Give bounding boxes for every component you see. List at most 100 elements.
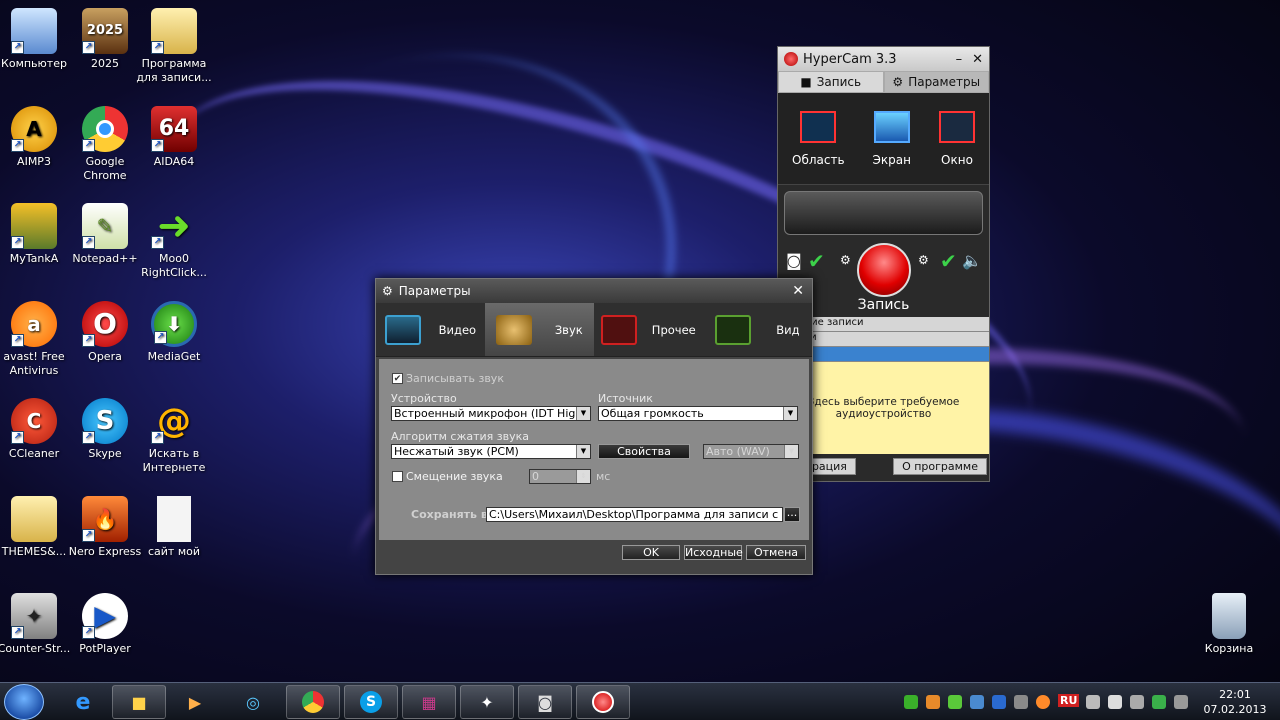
hypercam-titlebar[interactable]: HyperCam 3.3 – ✕ <box>778 47 989 71</box>
taskbar-hypercam[interactable] <box>576 685 630 719</box>
tray-avast-icon[interactable] <box>1036 695 1050 709</box>
taskbar-ie[interactable]: e <box>56 685 110 719</box>
taskbar-media-player[interactable]: ▶ <box>168 685 222 719</box>
clock[interactable]: 22:01 07.02.2013 <box>1196 687 1274 717</box>
about-button[interactable]: О программе <box>893 458 987 475</box>
record-button[interactable] <box>857 243 911 297</box>
record-sound-label: Записывать звук <box>406 372 504 385</box>
device-label: Устройство <box>391 392 457 405</box>
tray-shield-icon[interactable] <box>970 695 984 709</box>
desktop-icon-label: Skype <box>88 447 122 460</box>
properties-button[interactable]: Свойства <box>598 444 690 459</box>
tray-device-icon[interactable] <box>1130 695 1144 709</box>
tank-icon: ↗ <box>11 203 57 249</box>
clock-time: 22:01 <box>1219 688 1251 701</box>
taskbar: e ■ ▶ ◎ S ▦ ✦ ◙ RU 22:01 07.02.2013 <box>0 682 1280 720</box>
minimize-button[interactable]: – <box>956 52 963 67</box>
tab-view[interactable]: Вид <box>703 303 812 356</box>
recycle-bin-icon <box>1212 593 1246 639</box>
desktop-icon-mediaget[interactable]: ⬇ ↗ MediaGet <box>132 301 216 364</box>
dialog-close-button[interactable]: ✕ <box>792 283 812 299</box>
sound-offset-input[interactable]: 0 ⇕ <box>529 469 591 484</box>
desktop-icon-label: Counter-Str... <box>0 642 71 655</box>
tray-volume-icon[interactable] <box>1174 695 1188 709</box>
mode-window-button[interactable]: Окно <box>938 110 975 167</box>
folder-icon <box>11 496 57 542</box>
tray-leaf-icon[interactable] <box>948 695 962 709</box>
archive-icon: ▦ <box>421 692 437 712</box>
tab-sound[interactable]: Звук <box>485 303 594 356</box>
desktop-icon-program-folder[interactable]: ↗ Программа для записи... <box>132 8 216 85</box>
chevron-down-icon: ▼ <box>783 407 797 420</box>
desktop-icon-recycle-bin[interactable]: Корзина <box>1187 593 1271 656</box>
audio-check-icon: ✔ <box>940 249 957 273</box>
format-select[interactable]: Авто (WAV) ▼ <box>703 444 799 459</box>
close-button[interactable]: ✕ <box>972 52 983 67</box>
aimp-icon: A ↗ <box>11 106 57 152</box>
dialog-body: ✔ Записывать звук Устройство Встроенный … <box>379 359 809 540</box>
view-icon <box>715 314 752 345</box>
dialog-titlebar[interactable]: ⚙ Параметры ✕ <box>376 279 812 303</box>
codec-select[interactable]: Несжатый звук (PCM) ▼ <box>391 444 591 459</box>
tab-parameters[interactable]: ⚙ Параметры <box>883 71 989 93</box>
device-select[interactable]: Встроенный микрофон (IDT High D ▼ <box>391 406 591 421</box>
notepad-icon: ✎ ↗ <box>82 203 128 249</box>
ok-button[interactable]: OK <box>622 545 680 560</box>
hypercam-title: HyperCam 3.3 <box>803 51 897 67</box>
opera-icon: O ↗ <box>82 301 128 347</box>
tray-app-icon[interactable] <box>926 695 940 709</box>
tray-tool-icon[interactable] <box>1086 695 1100 709</box>
audio-settings-icon[interactable]: ⚙ <box>918 253 929 267</box>
desktop-icon-aida64[interactable]: 64 ↗ AIDA64 <box>132 106 216 169</box>
tab-record[interactable]: ■ Запись <box>778 71 884 93</box>
cancel-button[interactable]: Отмена <box>746 545 806 560</box>
chrome-icon <box>302 691 324 713</box>
desktop-icon-label: Google Chrome <box>83 155 127 182</box>
record-sound-checkbox[interactable]: ✔ <box>392 373 403 384</box>
desktop-icon-label: CCleaner <box>8 447 60 460</box>
defaults-button[interactable]: Исходные <box>684 545 743 560</box>
nero-icon: 🔥 ↗ <box>82 496 128 542</box>
mediaget-icon: ⬇ ↗ <box>151 301 197 347</box>
taskbar-app[interactable]: ◎ <box>226 685 280 719</box>
taskbar-chrome[interactable] <box>286 685 340 719</box>
taskbar-winrar[interactable]: ▦ <box>402 685 456 719</box>
source-select[interactable]: Общая громкость ▼ <box>598 406 798 421</box>
browse-button[interactable]: ... <box>784 507 800 522</box>
speaker-icon[interactable]: 🔈 <box>962 251 982 270</box>
save-path-input[interactable]: C:\Users\Михаил\Desktop\Программа для за… <box>486 507 783 522</box>
start-button[interactable] <box>4 684 44 720</box>
tab-video[interactable]: Видео <box>376 303 485 356</box>
mode-screen-button[interactable]: Экран <box>873 110 911 167</box>
folder-icon: ■ <box>131 692 147 712</box>
arrow-icon: ➜ ↗ <box>151 203 197 249</box>
clock-date: 07.02.2013 <box>1203 703 1267 716</box>
desktop-icon-label: Opera <box>88 350 122 363</box>
desktop-icon-moo0[interactable]: ➜ ↗ Moo0 RightClick... <box>132 203 216 280</box>
desktop-icon-potplayer[interactable]: ▶ ↗ PotPlayer <box>63 593 147 656</box>
taskbar-skype[interactable]: S <box>344 685 398 719</box>
mode-region-button[interactable]: Область <box>792 110 845 167</box>
webcam-icon[interactable]: ◙ <box>786 251 802 270</box>
language-indicator[interactable]: RU <box>1058 694 1080 707</box>
webcam-settings-icon[interactable]: ⚙ <box>840 253 851 267</box>
taskbar-explorer[interactable]: ■ <box>112 685 166 719</box>
desktop-icon-label: Notepad++ <box>72 252 138 265</box>
tray-bluetooth-icon[interactable] <box>992 695 1006 709</box>
desktop-icon-label: MyTankA <box>9 252 59 265</box>
window-icon <box>938 110 975 143</box>
desktop-icon-search-internet[interactable]: @ ↗ Искать в Интернете <box>132 398 216 475</box>
tray-monitor-icon[interactable] <box>1152 695 1166 709</box>
desktop-icon-site[interactable]: сайт мой <box>132 496 216 559</box>
ccleaner-icon: C ↗ <box>11 398 57 444</box>
desktop-icon-label: MediaGet <box>147 350 201 363</box>
sound-offset-checkbox[interactable] <box>392 471 403 482</box>
desktop-icon-label: Компьютер <box>1 57 67 70</box>
taskbar-hypercam-app[interactable]: ◙ <box>518 685 572 719</box>
sound-offset-label: Смещение звука <box>406 470 503 483</box>
taskbar-counter-strike[interactable]: ✦ <box>460 685 514 719</box>
tray-power-icon[interactable] <box>1108 695 1122 709</box>
tab-other[interactable]: Прочее <box>594 303 703 356</box>
tray-download-icon[interactable] <box>904 695 918 709</box>
tray-network-icon[interactable] <box>1014 695 1028 709</box>
